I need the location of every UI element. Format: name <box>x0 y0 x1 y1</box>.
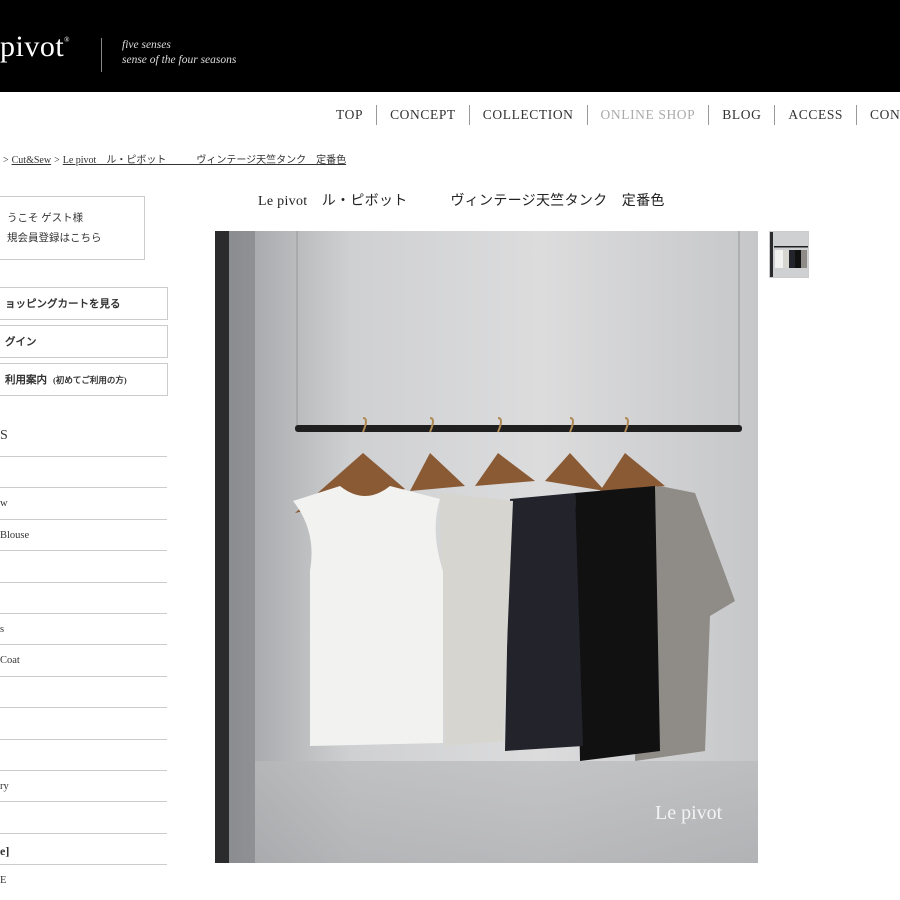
site-logo[interactable]: pivot® <box>0 30 70 64</box>
view-cart-button[interactable]: ョッピングカートを見る <box>0 287 168 320</box>
category-item[interactable]: w <box>0 487 167 518</box>
thumbnail-photo <box>770 232 808 277</box>
image-watermark: Le pivot <box>655 802 723 824</box>
category-item[interactable]: ry <box>0 769 167 801</box>
welcome-guest-text: うこそ ゲスト様 <box>7 213 84 224</box>
breadcrumb-separator: > <box>54 155 60 166</box>
tagline-line-1: five senses <box>122 39 171 51</box>
user-guide-note: (初めてご利用の方) <box>53 374 127 385</box>
category-item[interactable]: E <box>0 864 167 895</box>
category-item[interactable] <box>0 550 167 581</box>
product-main-image[interactable]: Le pivot <box>215 231 758 863</box>
category-item[interactable] <box>0 675 167 707</box>
register-link[interactable]: 規会員登録はこちら <box>7 229 144 249</box>
tagline-line-2: sense of the four seasons <box>122 54 237 66</box>
product-thumbnail[interactable] <box>769 231 809 278</box>
site-header: pivot® five senses sense of the four sea… <box>0 0 900 92</box>
nav-top[interactable]: TOP <box>320 105 378 125</box>
category-item[interactable] <box>0 581 167 613</box>
product-photo: Le pivot <box>215 231 758 863</box>
login-button[interactable]: グイン <box>0 325 168 358</box>
tagline: five senses sense of the four seasons <box>122 38 236 68</box>
category-list: w Blouse s Coat ry e] E <box>0 456 167 895</box>
welcome-box: うこそ ゲスト様 規会員登録はこちら <box>0 196 145 260</box>
breadcrumb: > Cut&Sew > Le pivot ル・ピボット ヴィンテージ天竺タンク 定番色 <box>0 151 346 166</box>
global-nav: TOP CONCEPT COLLECTION ONLINE SHOP BLOG … <box>320 104 900 126</box>
breadcrumb-cutsew-link[interactable]: Cut&Sew <box>12 155 51 166</box>
logo-divider <box>101 38 102 72</box>
category-item[interactable]: s <box>0 612 167 644</box>
category-item[interactable] <box>0 738 167 770</box>
breadcrumb-separator: > <box>3 155 9 166</box>
nav-access[interactable]: ACCESS <box>775 105 858 125</box>
category-item[interactable] <box>0 456 167 487</box>
logo-text: pivot <box>0 30 65 63</box>
category-item[interactable] <box>0 707 167 738</box>
registered-mark: ® <box>64 36 70 44</box>
user-guide-button[interactable]: 利用案内 (初めてご利用の方) <box>0 363 168 396</box>
category-item[interactable]: e] <box>0 832 167 864</box>
category-heading: S <box>0 428 8 443</box>
category-item[interactable] <box>0 801 167 832</box>
category-item[interactable]: Blouse <box>0 518 167 550</box>
breadcrumb-product-link[interactable]: Le pivot ル・ピボット ヴィンテージ天竺タンク 定番色 <box>63 155 346 166</box>
login-label: グイン <box>5 337 37 348</box>
view-cart-label: ョッピングカートを見る <box>5 299 121 310</box>
product-title: Le pivot ル・ピボット ヴィンテージ天竺タンク 定番色 <box>258 194 665 209</box>
nav-blog[interactable]: BLOG <box>709 105 776 125</box>
category-item[interactable]: Coat <box>0 644 167 675</box>
user-guide-label: 利用案内 <box>5 375 47 386</box>
nav-contact[interactable]: CONT <box>857 105 900 125</box>
nav-online-shop[interactable]: ONLINE SHOP <box>588 105 710 125</box>
nav-collection[interactable]: COLLECTION <box>470 105 588 125</box>
nav-concept[interactable]: CONCEPT <box>377 105 470 125</box>
